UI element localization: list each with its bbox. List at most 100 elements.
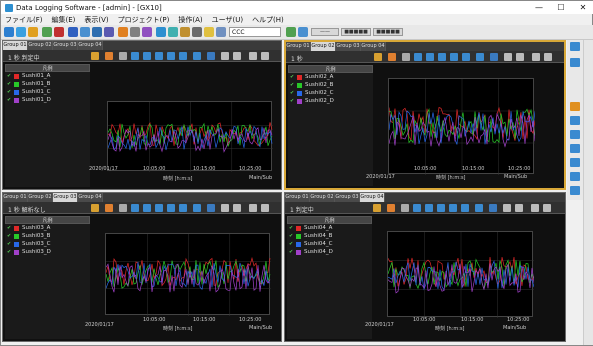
legend-item[interactable]: ✔ Sushi01_A [5,72,90,80]
grid-icon[interactable] [193,52,201,60]
legend-item[interactable]: ✔ Sushi04_A [287,224,372,232]
cursor2-icon[interactable] [167,52,175,60]
menu-view[interactable]: 表示(V) [84,15,108,25]
prev-icon[interactable] [249,52,257,60]
trend-plot[interactable] [387,231,535,318]
menu-operation[interactable]: 操作(A) [178,15,202,25]
cursor2-icon[interactable] [167,204,175,212]
check-icon[interactable]: ✔ [290,98,295,104]
next-icon[interactable] [261,52,269,60]
fit-icon[interactable] [179,204,187,212]
line-icon[interactable] [516,53,524,61]
check-icon[interactable]: ✔ [7,73,12,79]
legend-item[interactable]: ✔ Sushi02_D [288,97,373,105]
legend-item[interactable]: ✔ Sushi04_C [287,240,372,248]
split-icon[interactable] [92,27,102,37]
legend-item[interactable]: ✔ Sushi02_B [288,81,373,89]
maximize-button[interactable]: ☐ [550,1,572,14]
zoom-in-icon[interactable] [414,53,422,61]
stop-icon[interactable] [54,27,64,37]
next-icon[interactable] [261,204,269,212]
line-icon[interactable] [233,204,241,212]
close-button[interactable]: ✕ [572,1,593,14]
tab-group-04[interactable]: Group 04 [361,42,386,51]
toolbar-button-3[interactable]: ■■■■■ [373,28,403,36]
tab-group-01[interactable]: Group 01 [285,193,310,202]
edit-icon[interactable] [388,53,396,61]
edit-icon[interactable] [105,52,113,60]
toolbar-button-2[interactable]: ■■■■■ [341,28,371,36]
print-icon[interactable] [192,27,202,37]
comment-icon[interactable] [286,27,296,37]
tab-group-03[interactable]: Group 03 [53,41,78,50]
cursor2-icon[interactable] [449,204,457,212]
star-icon[interactable] [28,27,38,37]
grid-icon[interactable] [475,204,483,212]
line-icon[interactable] [233,52,241,60]
table-icon[interactable] [570,158,580,167]
legend-item[interactable]: ✔ Sushi03_A [5,224,90,232]
window-icon[interactable] [80,27,90,37]
prev-icon[interactable] [249,204,257,212]
cursor-icon[interactable] [438,53,446,61]
check-icon[interactable]: ✔ [289,249,294,255]
legend-item[interactable]: ✔ Sushi03_D [5,248,90,256]
legend-item[interactable]: ✔ Sushi03_B [5,232,90,240]
toolbar-button-1[interactable]: —— [311,28,339,36]
settings-icon[interactable] [570,58,580,67]
zoom-in-icon[interactable] [131,204,139,212]
layout-icon[interactable] [489,204,497,212]
search-input[interactable]: CCC [229,27,281,37]
legend-item[interactable]: ✔ Sushi01_B [5,80,90,88]
check-icon[interactable]: ✔ [7,97,12,103]
check-icon[interactable]: ✔ [7,233,12,239]
check-icon[interactable]: ✔ [289,241,294,247]
tab-group-01[interactable]: Group 01 [3,41,28,50]
trend-plot[interactable] [107,101,273,172]
legend-item[interactable]: ✔ Sushi02_C [288,89,373,97]
chart-icon[interactable] [374,53,382,61]
cursor-icon[interactable] [155,204,163,212]
grid-icon[interactable] [193,204,201,212]
zoom-out-icon[interactable] [143,204,151,212]
trend-plot[interactable] [105,233,271,316]
pointer-icon[interactable] [16,27,26,37]
tab-group-01[interactable]: Group 01 [3,193,28,202]
legend-item[interactable]: ✔ Sushi02_A [288,73,373,81]
chevron-down-icon[interactable] [298,27,308,37]
zoom-in-icon[interactable] [131,52,139,60]
trend-plot[interactable] [388,78,536,175]
zoom-in-icon[interactable] [413,204,421,212]
menu-file[interactable]: ファイル(F) [5,15,43,25]
edit-icon[interactable] [105,204,113,212]
chart-icon[interactable] [570,144,580,153]
bulb-icon[interactable] [204,27,214,37]
zoom-icon[interactable] [119,204,127,212]
layout-icon[interactable] [207,204,215,212]
menu-help[interactable]: ヘルプ(H) [252,15,284,25]
minus-icon[interactable] [503,204,511,212]
zoom-icon[interactable] [119,52,127,60]
cursor2-icon[interactable] [450,53,458,61]
check-icon[interactable]: ✔ [289,233,294,239]
check-icon[interactable]: ✔ [7,89,12,95]
settings-icon[interactable] [130,27,140,37]
tab-group-03[interactable]: Group 03 [336,42,361,51]
line-icon[interactable] [515,204,523,212]
legend-item[interactable]: ✔ Sushi01_D [5,96,90,104]
tab-group-02[interactable]: Group 02 [311,42,336,51]
minus-icon[interactable] [504,53,512,61]
tool-icon[interactable] [570,130,580,139]
check-icon[interactable]: ✔ [289,225,294,231]
folder-icon[interactable] [180,27,190,37]
search-icon[interactable] [216,27,226,37]
check-icon[interactable]: ✔ [7,241,12,247]
tab-group-04[interactable]: Group 04 [78,193,103,202]
legend-item[interactable]: ✔ Sushi01_C [5,88,90,96]
fit-icon[interactable] [461,204,469,212]
grid-icon[interactable] [4,27,14,37]
tab-group-01[interactable]: Group 01 [286,42,311,51]
grid-icon[interactable] [476,53,484,61]
zoom-icon[interactable] [402,53,410,61]
legend-item[interactable]: ✔ Sushi03_C [5,240,90,248]
